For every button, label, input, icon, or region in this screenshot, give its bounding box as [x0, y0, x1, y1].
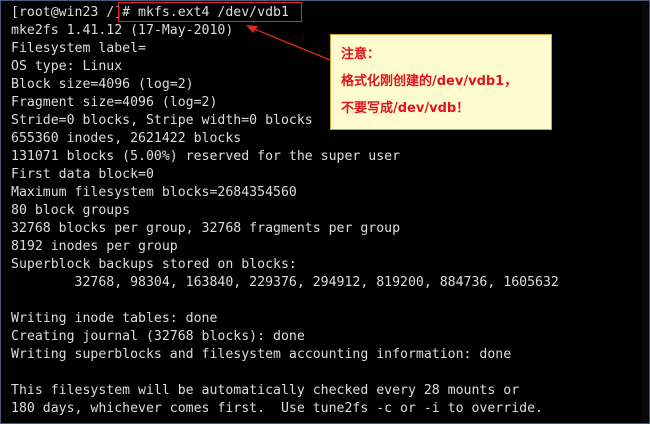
terminal-line: Maximum filesystem blocks=2684354560	[11, 185, 297, 200]
terminal-line: 80 block groups	[11, 203, 131, 218]
terminal-line: 655360 inodes, 2621422 blocks	[11, 131, 242, 146]
terminal-line: 180 days, whichever comes first. Use tun…	[11, 401, 543, 416]
terminal-line: Superblock backups stored on blocks:	[11, 257, 297, 272]
terminal-line: Writing inode tables: done	[11, 311, 218, 326]
terminal-scrollbar[interactable]	[642, 2, 648, 422]
terminal-window[interactable]: [root@win23 /]# mkfs.ext4 /dev/vdb1 mke2f…	[0, 0, 650, 424]
terminal-line: This filesystem will be automatically ch…	[11, 383, 520, 398]
terminal-line: 32768 blocks per group, 32768 fragments …	[11, 221, 401, 236]
terminal-line: [root@win23 /]# mkfs.ext4 /dev/vdb1	[11, 5, 289, 20]
terminal-line: 131071 blocks (5.00%) reserved for the s…	[11, 149, 401, 164]
command-highlight-box	[118, 2, 302, 22]
terminal-line: First data block=0	[11, 167, 154, 182]
note-title: 注意：	[341, 47, 381, 62]
terminal-line: Creating journal (32768 blocks): done	[11, 329, 305, 344]
terminal-line: 8192 inodes per group	[11, 239, 178, 254]
annotation-note: 注意： 格式化刚创建的/dev/vdb1， 不要写成/dev/vdb！	[330, 34, 552, 130]
terminal-line: Writing superblocks and filesystem accou…	[11, 347, 512, 362]
note-line-1: 格式化刚创建的/dev/vdb1，	[341, 74, 518, 89]
note-line-2: 不要写成/dev/vdb！	[341, 101, 470, 116]
terminal-line: 32768, 98304, 163840, 229376, 294912, 81…	[11, 275, 559, 290]
